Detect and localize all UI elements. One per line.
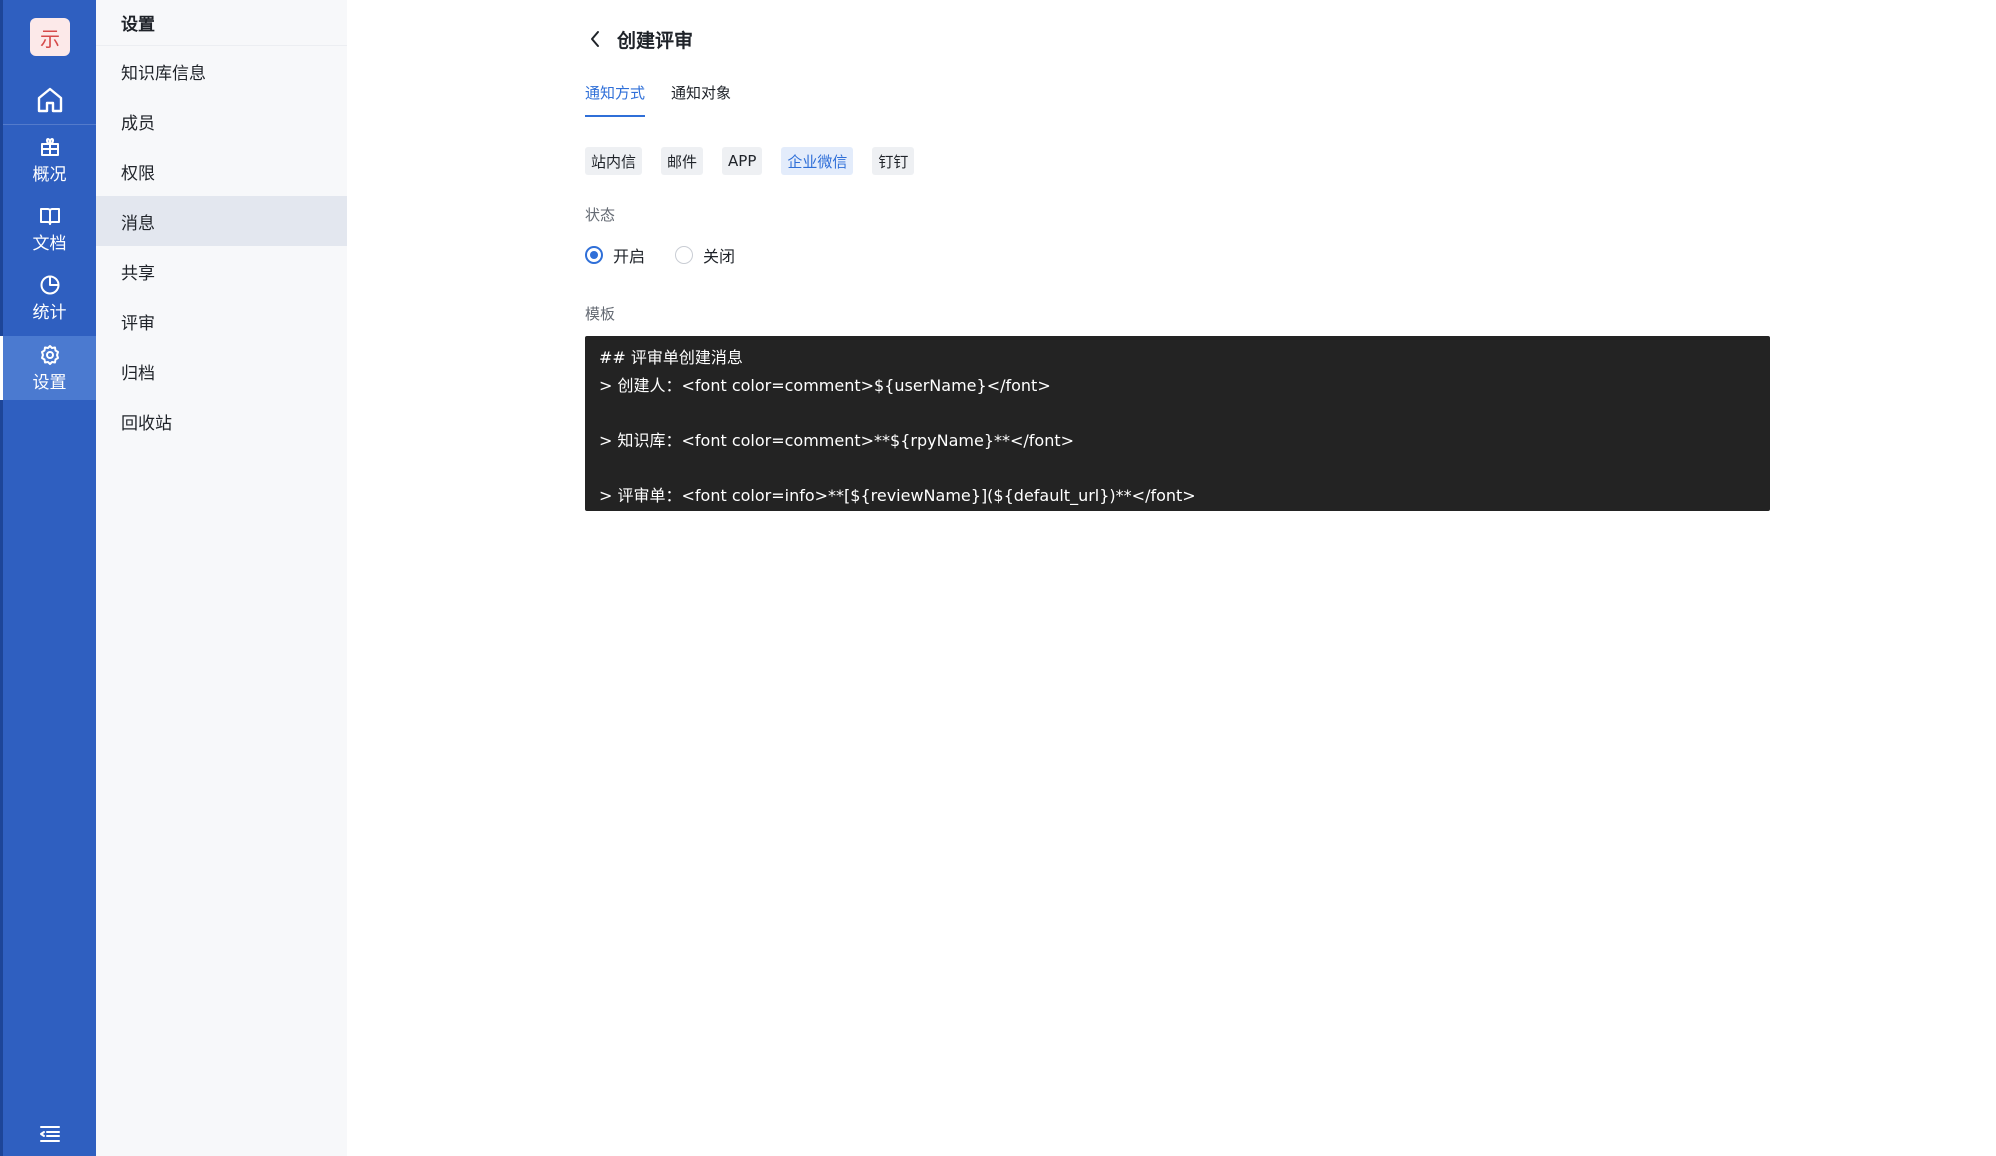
radio-label: 开启 <box>613 247 646 266</box>
app-logo[interactable]: 示 <box>30 18 70 56</box>
channel-app[interactable]: APP <box>722 147 763 175</box>
gift-icon <box>40 137 59 156</box>
collapse-button[interactable] <box>3 1120 96 1148</box>
rail-item-label: 统计 <box>32 302 67 323</box>
sidebar-item-messages[interactable]: 消息 <box>96 196 347 246</box>
template-editor[interactable]: ## 评审单创建消息 > 创建人：<font color=comment>${u… <box>585 336 1770 511</box>
channel-wecom[interactable]: 企业微信 <box>781 147 854 175</box>
sidebar-item-archive[interactable]: 归档 <box>96 346 347 396</box>
back-button[interactable] <box>585 27 605 51</box>
channel-selector: 站内信 邮件 APP 企业微信 钉钉 <box>585 147 915 175</box>
status-radio-group: 开启 关闭 <box>585 243 735 267</box>
book-icon <box>39 207 60 225</box>
sidebar-item-members[interactable]: 成员 <box>96 96 347 146</box>
template-line: > 知识库：<font color=comment>**${rpyName}**… <box>599 430 1075 450</box>
rail-item-label: 概况 <box>32 164 67 185</box>
sidebar-item-review[interactable]: 评审 <box>96 296 347 346</box>
sidebar-item-recycle-bin[interactable]: 回收站 <box>96 396 347 446</box>
chevron-left-icon <box>591 31 599 47</box>
channel-dingtalk[interactable]: 钉钉 <box>872 147 915 175</box>
rail-divider <box>3 124 96 125</box>
tab-notification-method[interactable]: 通知方式 <box>585 82 646 117</box>
rail-item-label: 设置 <box>32 372 67 393</box>
rail-item-stats[interactable]: 统计 <box>3 266 96 330</box>
template-line <box>599 399 1756 427</box>
page-header: 创建评审 <box>585 24 693 54</box>
radio-checked-indicator[interactable] <box>585 246 603 264</box>
radio-label: 关闭 <box>703 247 736 266</box>
primary-rail: 示 概况 文档 统计 设置 <box>0 0 96 1156</box>
channel-site-message[interactable]: 站内信 <box>585 147 643 175</box>
sidebar-item-permissions[interactable]: 权限 <box>96 146 347 196</box>
radio-unchecked-indicator[interactable] <box>675 246 694 264</box>
status-on-radio[interactable]: 开启 <box>585 243 645 267</box>
channel-email[interactable]: 邮件 <box>661 147 704 175</box>
rail-item-label: 文档 <box>32 233 67 254</box>
rail-item-settings[interactable]: 设置 <box>0 336 96 400</box>
app-root: 示 概况 文档 统计 设置 设置 知识库信息 成员 权限 消息 共享 评审 归档… <box>0 0 1996 1156</box>
status-off-radio[interactable]: 关闭 <box>675 243 735 267</box>
tab-notification-target[interactable]: 通知对象 <box>671 82 731 117</box>
rail-item-overview[interactable]: 概况 <box>3 128 96 192</box>
template-line: > 创建人：<font color=comment>${userName}</f… <box>599 375 1051 395</box>
sidebar-item-kb-info[interactable]: 知识库信息 <box>96 46 347 96</box>
rail-item-docs[interactable]: 文档 <box>3 197 96 261</box>
gear-icon <box>40 344 59 365</box>
settings-sidebar: 设置 知识库信息 成员 权限 消息 共享 评审 归档 回收站 <box>96 0 347 1156</box>
home-icon <box>37 87 62 113</box>
sidebar-title: 设置 <box>96 0 347 46</box>
sidebar-item-sharing[interactable]: 共享 <box>96 246 347 296</box>
status-label: 状态 <box>585 206 616 224</box>
menu-collapse-icon <box>39 1126 60 1142</box>
template-label: 模板 <box>585 305 616 323</box>
template-line: > 评审单：<font color=info>**[${reviewName}]… <box>599 485 1196 505</box>
template-line <box>599 454 1756 482</box>
template-line: ## 评审单创建消息 <box>599 348 743 367</box>
home-button[interactable] <box>3 78 96 122</box>
main-content: 创建评审 通知方式 通知对象 站内信 邮件 APP 企业微信 钉钉 状态 开启 … <box>347 0 1996 1156</box>
tab-bar: 通知方式 通知对象 <box>585 82 731 117</box>
pie-chart-icon <box>40 275 59 294</box>
page-title: 创建评审 <box>617 29 694 52</box>
